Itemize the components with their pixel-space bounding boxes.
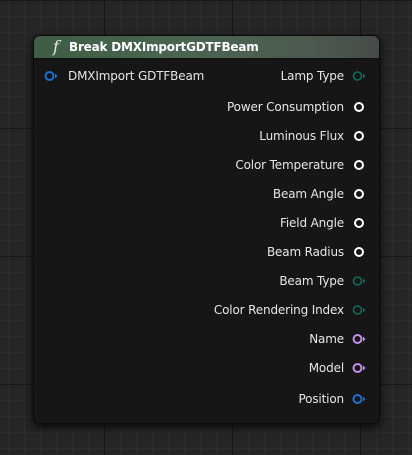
output-pin-color-temperature: Color Temperature — [34, 156, 379, 174]
output-pin-beam-radius: Beam Radius — [34, 243, 379, 261]
name-pin-icon[interactable] — [352, 362, 366, 374]
output-pin-luminous-flux: Luminous Flux — [34, 127, 379, 145]
output-pin-label: Color Rendering Index — [213, 303, 344, 317]
output-pin-position: Position — [34, 390, 379, 408]
struct-pin-icon[interactable] — [352, 393, 366, 405]
float-pin-icon[interactable] — [352, 159, 366, 171]
byte-pin-icon[interactable] — [352, 275, 366, 287]
output-pin-label: Name — [309, 332, 344, 346]
float-pin-icon[interactable] — [352, 101, 366, 113]
break-struct-node[interactable]: f Break DMXImportGDTFBeam DMXImport GDTF… — [33, 35, 380, 424]
output-pin-label: Field Angle — [279, 216, 344, 230]
output-pin-beam-angle: Beam Angle — [34, 185, 379, 203]
output-pin-color-rendering-index: Color Rendering Index — [34, 301, 379, 319]
float-pin-icon[interactable] — [352, 188, 366, 200]
byte-pin-icon[interactable] — [352, 70, 366, 82]
output-pin-lamp-type: Lamp Type — [34, 67, 379, 85]
node-title: Break DMXImportGDTFBeam — [69, 40, 259, 54]
node-header[interactable]: f Break DMXImportGDTFBeam — [34, 36, 379, 59]
output-pin-label: Color Temperature — [235, 158, 344, 172]
float-pin-icon[interactable] — [352, 217, 366, 229]
float-pin-icon[interactable] — [352, 130, 366, 142]
output-pin-model: Model — [34, 359, 379, 377]
output-pin-name: Name — [34, 330, 379, 348]
output-pin-power-consumption: Power Consumption — [34, 98, 379, 116]
output-pin-label: Model — [308, 361, 344, 375]
output-pin-label: Luminous Flux — [259, 129, 344, 143]
output-pin-label: Beam Radius — [266, 245, 344, 259]
function-icon: f — [53, 37, 59, 56]
output-pin-beam-type: Beam Type — [34, 272, 379, 290]
output-pin-field-angle: Field Angle — [34, 214, 379, 232]
output-pin-label: Power Consumption — [226, 100, 344, 114]
name-pin-icon[interactable] — [352, 333, 366, 345]
byte-pin-icon[interactable] — [352, 304, 366, 316]
output-pin-label: Lamp Type — [280, 69, 345, 83]
output-pin-label: Position — [298, 392, 344, 406]
output-pin-label: Beam Angle — [272, 187, 344, 201]
float-pin-icon[interactable] — [352, 246, 366, 258]
output-pin-label: Beam Type — [279, 274, 344, 288]
